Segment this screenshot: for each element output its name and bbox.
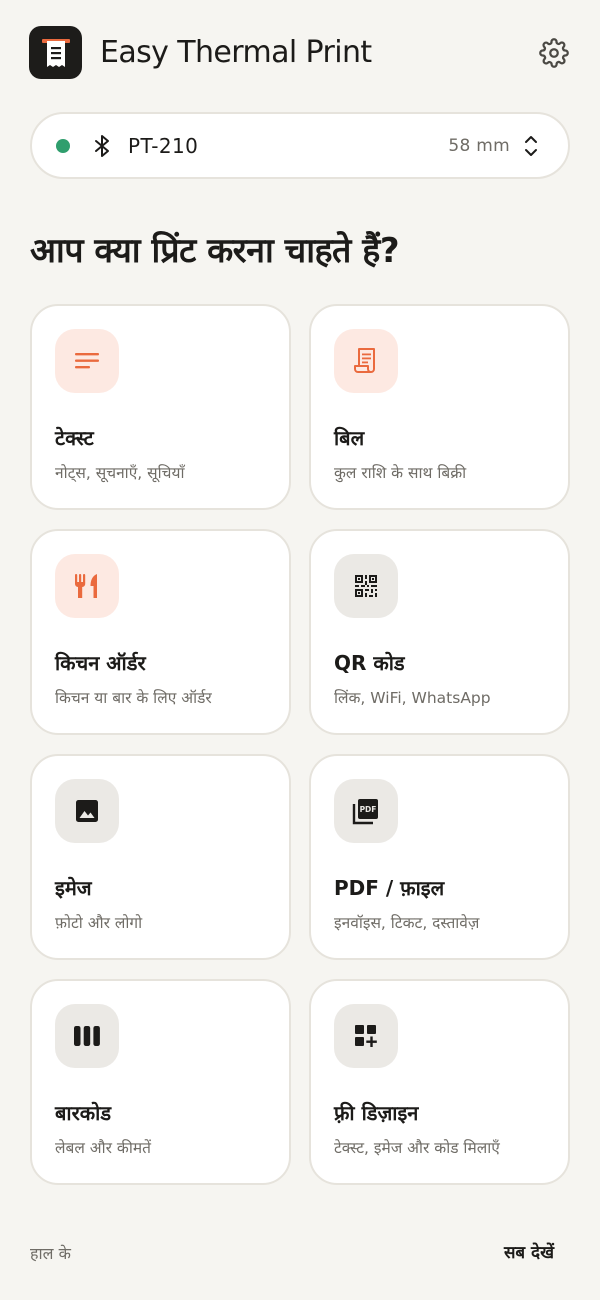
recent-section-label: हाल के [30, 1244, 71, 1263]
card-title: बारकोड [55, 1101, 112, 1125]
card-kitchen-order[interactable]: किचन ऑर्डर किचन या बार के लिए ऑर्डर [30, 529, 291, 735]
app-title: Easy Thermal Print [100, 35, 372, 70]
bluetooth-icon [92, 132, 112, 160]
card-title: फ़्री डिज़ाइन [334, 1101, 419, 1125]
card-barcode[interactable]: बारकोड लेबल और कीमतें [30, 979, 291, 1185]
card-title: किचन ऑर्डर [55, 651, 146, 675]
printer-selector[interactable]: PT-210 58 mm [30, 112, 570, 179]
printer-name: PT-210 [128, 133, 199, 158]
card-subtitle: किचन या बार के लिए ऑर्डर [55, 689, 212, 707]
print-type-grid: टेक्स्ट नोट्स, सूचनाएँ, सूचियाँ बिल कुल … [30, 304, 570, 1185]
card-title: इमेज [55, 876, 92, 900]
card-title: टेक्स्ट [55, 426, 94, 450]
see-all-link[interactable]: सब देखें [504, 1240, 554, 1263]
chevron-up-down-icon[interactable] [522, 132, 540, 160]
card-subtitle: लिंक, WiFi, WhatsApp [334, 689, 491, 707]
qr-code-icon [334, 554, 398, 618]
pdf-icon: PDF [334, 779, 398, 843]
add-widgets-icon [334, 1004, 398, 1068]
connection-status-dot [56, 138, 70, 153]
text-lines-icon [55, 329, 119, 393]
app-screen: Easy Thermal Print PT-210 58 mm आप क्या … [0, 0, 600, 1300]
card-pdf-file[interactable]: PDF PDF / फ़ाइल इनवॉइस, टिकट, दस्तावेज़ [309, 754, 570, 960]
card-title: QR कोड [334, 651, 405, 675]
svg-text:PDF: PDF [360, 805, 377, 814]
receipt-icon [334, 329, 398, 393]
image-icon [55, 779, 119, 843]
card-subtitle: इनवॉइस, टिकट, दस्तावेज़ [334, 914, 480, 932]
card-title: बिल [334, 426, 365, 450]
card-title: PDF / फ़ाइल [334, 876, 445, 900]
app-header: Easy Thermal Print [29, 26, 571, 79]
card-bill[interactable]: बिल कुल राशि के साथ बिक्री [309, 304, 570, 510]
card-subtitle: लेबल और कीमतें [55, 1139, 151, 1157]
card-free-design[interactable]: फ़्री डिज़ाइन टेक्स्ट, इमेज और कोड मिलाए… [309, 979, 570, 1185]
card-subtitle: फ़ोटो और लोगो [55, 914, 143, 932]
page-heading: आप क्या प्रिंट करना चाहते हैं? [30, 231, 400, 271]
card-subtitle: नोट्स, सूचनाएँ, सूचियाँ [55, 464, 185, 482]
card-text[interactable]: टेक्स्ट नोट्स, सूचनाएँ, सूचियाँ [30, 304, 291, 510]
fork-knife-icon [55, 554, 119, 618]
settings-gear-icon[interactable] [537, 36, 571, 70]
card-image[interactable]: इमेज फ़ोटो और लोगो [30, 754, 291, 960]
card-subtitle: कुल राशि के साथ बिक्री [334, 464, 467, 482]
card-qr-code[interactable]: QR कोड लिंक, WiFi, WhatsApp [309, 529, 570, 735]
card-subtitle: टेक्स्ट, इमेज और कोड मिलाएँ [334, 1139, 500, 1157]
app-logo-icon [29, 26, 82, 79]
barcode-icon [55, 1004, 119, 1068]
paper-size-label: 58 mm [448, 135, 510, 156]
